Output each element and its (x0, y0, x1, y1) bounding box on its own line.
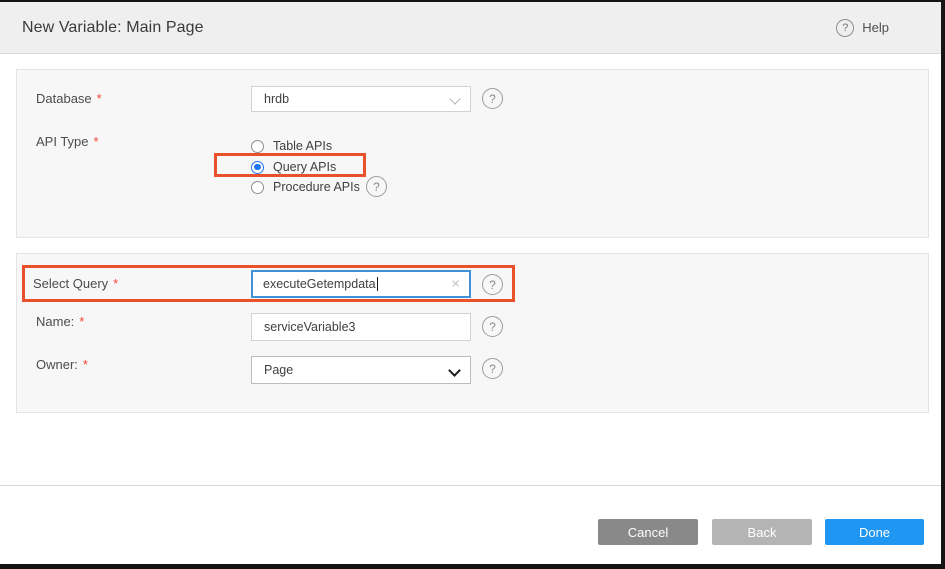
help-button[interactable]: ? Help (836, 2, 889, 53)
name-label: Name:* (36, 314, 84, 329)
query-details-panel (16, 253, 929, 413)
window-frame-bottom (0, 564, 945, 569)
new-variable-dialog: New Variable: Main Page ? Help Database*… (0, 0, 945, 569)
api-type-help-icon[interactable]: ? (366, 176, 387, 197)
select-query-label: Select Query* (33, 276, 118, 291)
text-cursor (377, 277, 378, 291)
select-query-input[interactable]: executeGetempdata × (251, 270, 471, 298)
footer-divider (0, 485, 941, 486)
radio-table-apis[interactable]: Table APIs (251, 139, 332, 153)
radio-query-apis-label: Query APIs (273, 160, 336, 174)
owner-help-icon[interactable]: ? (482, 358, 503, 379)
chevron-down-icon (448, 364, 461, 377)
radio-icon (251, 181, 264, 194)
required-asterisk: * (83, 357, 88, 372)
dialog-title: New Variable: Main Page (22, 19, 204, 37)
database-select-value: hrdb (264, 92, 289, 106)
clear-icon[interactable]: × (451, 277, 460, 292)
select-query-help-icon[interactable]: ? (482, 274, 503, 295)
window-frame-right (941, 0, 945, 569)
required-asterisk: * (79, 314, 84, 329)
chevron-down-icon (449, 93, 460, 104)
radio-table-apis-label: Table APIs (273, 139, 332, 153)
help-label: Help (862, 20, 889, 35)
radio-icon (251, 140, 264, 153)
owner-select-value: Page (264, 363, 293, 377)
owner-label: Owner:* (36, 357, 88, 372)
name-help-icon[interactable]: ? (482, 316, 503, 337)
required-asterisk: * (113, 276, 118, 291)
help-icon: ? (836, 19, 854, 37)
database-label: Database* (36, 91, 102, 106)
select-query-value: executeGetempdata (263, 277, 376, 291)
cancel-button[interactable]: Cancel (598, 519, 698, 545)
radio-procedure-apis[interactable]: Procedure APIs (251, 180, 360, 194)
radio-selected-icon (251, 161, 264, 174)
database-help-icon[interactable]: ? (482, 88, 503, 109)
database-api-panel (16, 69, 929, 238)
back-button[interactable]: Back (712, 519, 812, 545)
required-asterisk: * (97, 91, 102, 106)
radio-query-apis[interactable]: Query APIs (251, 160, 336, 174)
database-select[interactable]: hrdb (251, 86, 471, 112)
api-type-label: API Type* (36, 134, 99, 149)
radio-procedure-apis-label: Procedure APIs (273, 180, 360, 194)
required-asterisk: * (94, 134, 99, 149)
owner-select[interactable]: Page (251, 356, 471, 384)
done-button[interactable]: Done (825, 519, 924, 545)
name-input[interactable] (251, 313, 471, 341)
dialog-header: New Variable: Main Page ? Help (0, 2, 941, 54)
